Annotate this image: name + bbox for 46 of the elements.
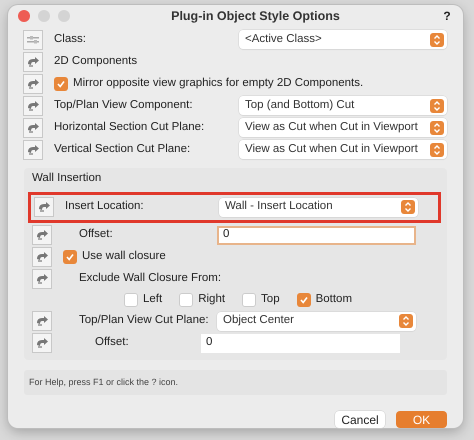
field-label: Use wall closure — [82, 249, 166, 264]
field-label: Class: — [54, 32, 86, 48]
checkbox-label: Left — [143, 292, 162, 308]
input-field[interactable]: 0 — [217, 226, 416, 245]
dropdown[interactable]: <Active Class> — [239, 30, 447, 50]
stepper-icon — [430, 98, 444, 113]
field-label: Vertical Section Cut Plane: — [54, 142, 190, 158]
checkbox[interactable] — [54, 76, 68, 91]
checkbox[interactable] — [242, 293, 256, 308]
checkbox-label: Top — [261, 292, 280, 308]
checkbox[interactable] — [124, 293, 138, 308]
dropdown[interactable]: Wall - Insert Location — [219, 198, 418, 217]
checkmark-icon — [65, 252, 75, 262]
field-label: Top/Plan View Component: — [54, 98, 193, 114]
checkbox[interactable] — [63, 250, 77, 264]
stepper-icon — [430, 32, 444, 47]
field-label: Exclude Wall Closure From: — [79, 271, 222, 286]
checkbox[interactable] — [179, 293, 194, 308]
stepper-icon — [401, 200, 415, 214]
group-title: Wall Insertion — [31, 171, 102, 186]
close-button[interactable] — [18, 10, 30, 22]
field-label: 2D Components — [54, 54, 138, 70]
field-label: Horizontal Section Cut Plane: — [54, 120, 204, 136]
field-label: Offset: — [95, 335, 129, 350]
window-title: Plug-in Object Style Options — [170, 8, 341, 25]
stepper-icon — [430, 142, 444, 157]
dropdown[interactable]: Top (and Bottom) Cut — [239, 96, 447, 116]
checkbox-label: Right — [198, 292, 226, 308]
cancel-button[interactable]: Cancel — [335, 411, 385, 428]
sliders-icon[interactable] — [23, 30, 43, 50]
checkmark-icon — [298, 295, 309, 306]
field-label: Offset: — [79, 227, 113, 242]
stepper-icon — [399, 314, 413, 328]
dropdown[interactable]: Object Center — [217, 312, 416, 331]
dropdown[interactable]: View as Cut when Cut in Viewport — [239, 118, 447, 138]
field-label: Insert Location: — [65, 199, 144, 214]
field-label: Top/Plan View Cut Plane: — [79, 313, 209, 328]
stepper-icon — [430, 120, 444, 135]
input-field[interactable]: 0 — [201, 334, 400, 353]
checkmark-icon — [56, 78, 66, 89]
field-label: Mirror opposite view graphics for empty 2D Components. — [73, 76, 364, 92]
checkbox-label: Bottom — [316, 292, 352, 308]
help-text: For Help, press F1 or click the ? icon. — [29, 376, 178, 387]
checkbox[interactable] — [296, 293, 311, 308]
help-button[interactable]: ? — [441, 7, 453, 26]
dropdown[interactable]: View as Cut when Cut in Viewport — [239, 140, 447, 160]
